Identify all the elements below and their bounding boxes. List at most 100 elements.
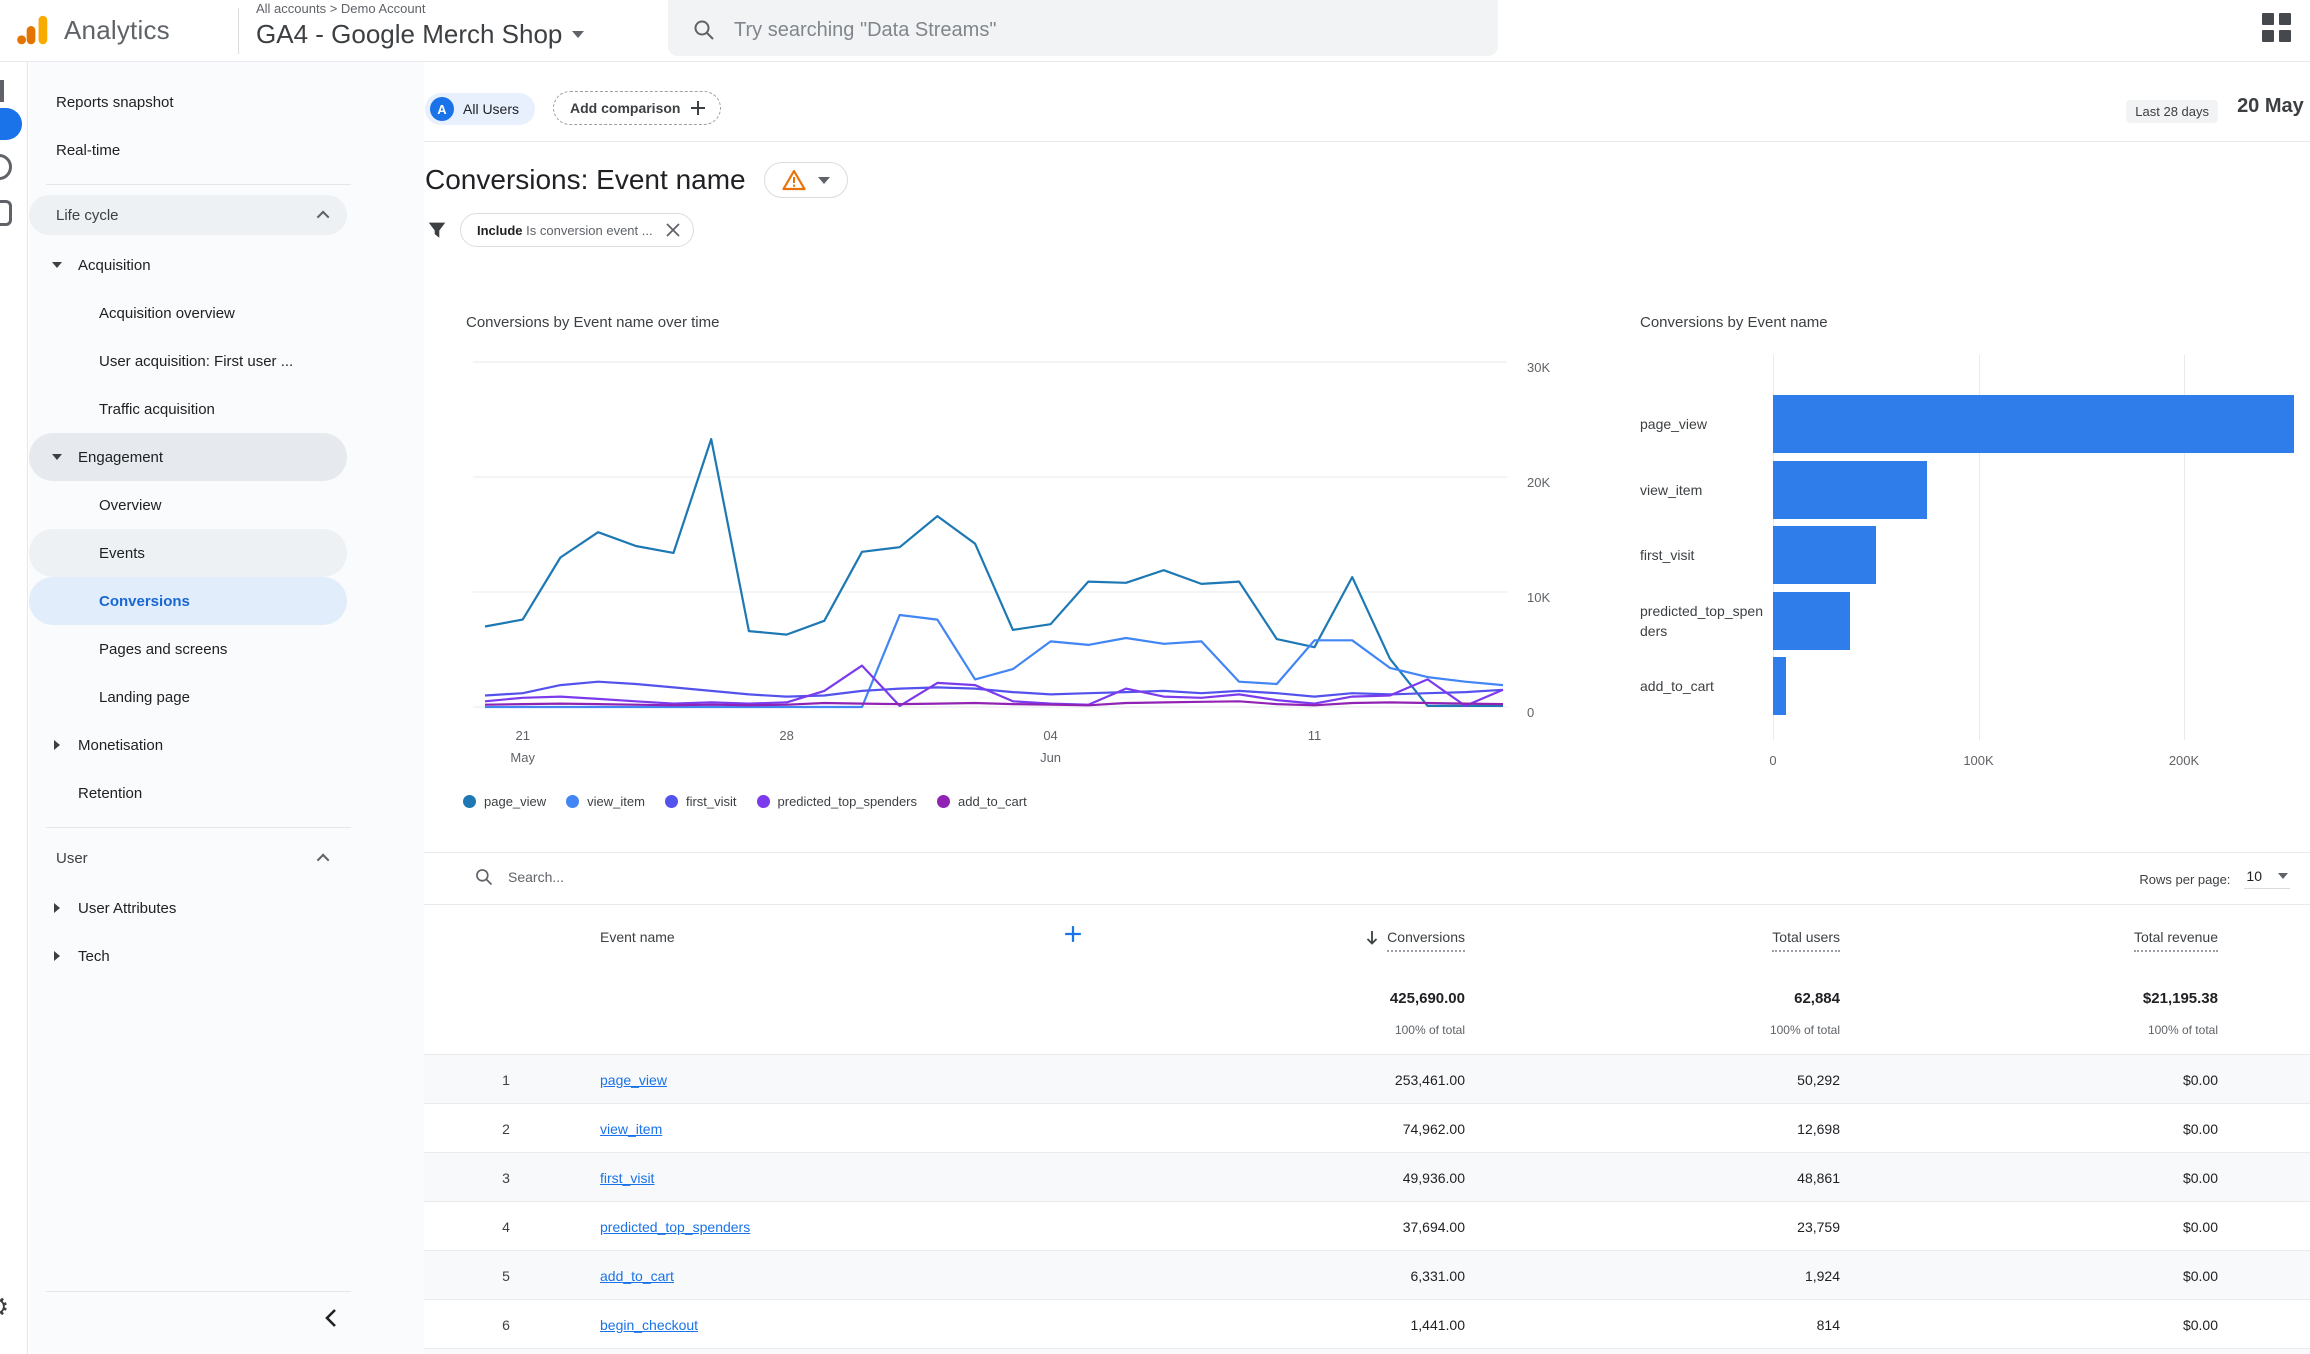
- admin-gear-icon[interactable]: ⚙: [0, 1292, 9, 1323]
- sidebar-item-reports-snapshot[interactable]: Reports snapshot: [29, 78, 347, 126]
- sidebar-item-life-cycle[interactable]: Life cycle: [29, 195, 347, 235]
- table-row[interactable]: 3first_visit49,936.0048,861$0.00: [424, 1152, 2310, 1201]
- y-axis-label: 30K: [1527, 360, 1571, 375]
- sidebar-item-retention[interactable]: Retention: [29, 769, 347, 817]
- bar-chart-plot: 0100K200Kpage_viewview_itemfirst_visitpr…: [1637, 355, 2310, 745]
- sidebar-item-label: Monetisation: [78, 737, 163, 754]
- bar-first_visit: [1773, 526, 1876, 584]
- header-divider: [238, 8, 239, 54]
- table-body: 1page_view253,461.0050,292$0.002view_ite…: [424, 1054, 2310, 1348]
- sidebar-item-events[interactable]: Events: [29, 529, 347, 577]
- analytics-logo[interactable]: Analytics: [14, 10, 170, 50]
- conversions-value: 6,331.00: [1411, 1251, 1466, 1300]
- sidebar-item-label: Life cycle: [29, 207, 119, 224]
- sidebar-item-label: User acquisition: First user ...: [29, 353, 293, 370]
- sidebar-item-engagement[interactable]: Engagement: [29, 433, 347, 481]
- bar-category-label: first_visit: [1640, 526, 1766, 584]
- advertising-nav-icon[interactable]: [0, 200, 12, 226]
- breadcrumb[interactable]: All accounts > Demo Account: [256, 1, 584, 16]
- bar-category-label: view_item: [1640, 461, 1766, 519]
- total-users-value: 814: [1817, 1300, 1840, 1349]
- table-search-input[interactable]: [508, 869, 808, 885]
- sidebar-items: Reports snapshot Real-time Life cycle Acqui…: [29, 78, 424, 980]
- sidebar-item-label: Engagement: [78, 449, 163, 466]
- conversions-value: 1,441.00: [1411, 1300, 1466, 1349]
- legend-dot-icon: [757, 795, 770, 808]
- caret-right-icon[interactable]: [54, 903, 60, 913]
- reports-nav-icon-selected[interactable]: [0, 108, 22, 140]
- caret-right-icon[interactable]: [54, 951, 60, 961]
- event-name-link[interactable]: add_to_cart: [600, 1268, 674, 1284]
- column-header-event-name[interactable]: Event name: [600, 929, 675, 945]
- property-selector[interactable]: GA4 - Google Merch Shop: [256, 19, 584, 50]
- global-search-input[interactable]: [734, 19, 1334, 42]
- sidebar-item-overview[interactable]: Overview: [29, 481, 347, 529]
- date-range-selector[interactable]: 20 May -: [2237, 95, 2310, 118]
- sidebar-item-pages-and-screens[interactable]: Pages and screens: [29, 625, 347, 673]
- column-header-total-revenue[interactable]: Total revenue: [2134, 929, 2218, 952]
- column-header-conversions[interactable]: Conversions: [1365, 929, 1465, 952]
- date-preset-label[interactable]: Last 28 days: [2126, 100, 2218, 123]
- sidebar-item-monetisation[interactable]: Monetisation: [29, 721, 347, 769]
- add-comparison-chip[interactable]: Add comparison: [553, 91, 721, 125]
- event-name-link[interactable]: page_view: [600, 1072, 667, 1088]
- table-row[interactable]: 6begin_checkout1,441.00814$0.00: [424, 1299, 2310, 1348]
- x-axis-month-label: Jun: [1031, 750, 1071, 765]
- sidebar-item-conversions[interactable]: Conversions: [29, 577, 347, 625]
- caret-down-icon[interactable]: [52, 454, 62, 460]
- rows-per-page-select[interactable]: 10: [2244, 868, 2290, 889]
- table-row[interactable]: 1page_view253,461.0050,292$0.00: [424, 1054, 2310, 1103]
- caret-down-icon[interactable]: [52, 262, 62, 268]
- close-icon[interactable]: [665, 222, 681, 238]
- add-dimension-button[interactable]: [1064, 925, 1082, 948]
- sidebar-item-user[interactable]: User: [29, 838, 347, 878]
- sidebar-item-label: Reports snapshot: [29, 94, 174, 111]
- data-quality-pill[interactable]: [764, 162, 848, 198]
- sidebar-item-tech[interactable]: Tech: [29, 932, 347, 980]
- bar-page_view: [1773, 395, 2294, 453]
- sidebar-item-user-attributes[interactable]: User Attributes: [29, 884, 347, 932]
- sidebar-item-traffic-acquisition[interactable]: Traffic acquisition: [29, 385, 347, 433]
- add-comparison-label: Add comparison: [570, 100, 680, 116]
- sidebar-item-label: User Attributes: [78, 900, 176, 917]
- event-name-link[interactable]: begin_checkout: [600, 1317, 698, 1333]
- bar-add_to_cart: [1773, 657, 1786, 715]
- include-filter-chip[interactable]: Include Is conversion event ...: [460, 213, 694, 247]
- sidebar-item-user-acquisition-first-user[interactable]: User acquisition: First user ...: [29, 337, 347, 385]
- column-header-total-users[interactable]: Total users: [1772, 929, 1840, 952]
- legend-entry-first_visit: first_visit: [665, 794, 737, 809]
- home-icon[interactable]: [0, 78, 14, 104]
- event-name-link[interactable]: predicted_top_spenders: [600, 1219, 750, 1235]
- sidebar-bottom-divider: [46, 1291, 351, 1292]
- sidebar-item-landing-page[interactable]: Landing page: [29, 673, 347, 721]
- chevron-left-icon: [323, 1308, 339, 1328]
- left-nav-rail: ⚙: [0, 62, 28, 1354]
- legend-label: predicted_top_spenders: [778, 794, 918, 809]
- table-search[interactable]: [474, 867, 808, 887]
- sidebar-divider: [46, 827, 351, 828]
- sidebar-item-acquisition-overview[interactable]: Acquisition overview: [29, 289, 347, 337]
- warning-icon: [782, 169, 806, 191]
- total-users-value: 1,924: [1805, 1251, 1840, 1300]
- table-row[interactable]: 5add_to_cart6,331.001,924$0.00: [424, 1250, 2310, 1299]
- apps-grid-icon[interactable]: [2262, 13, 2290, 41]
- all-users-comparison-chip[interactable]: A All Users: [425, 93, 535, 125]
- global-search[interactable]: [668, 0, 1498, 56]
- filter-funnel-icon: [426, 219, 448, 241]
- sidebar-item-real-time[interactable]: Real-time: [29, 126, 347, 174]
- account-breadcrumb[interactable]: All accounts > Demo Account GA4 - Google…: [256, 1, 584, 50]
- analytics-logo-icon: [14, 10, 52, 50]
- event-name-link[interactable]: view_item: [600, 1121, 662, 1137]
- table-row[interactable]: 4predicted_top_spenders37,694.0023,759$0…: [424, 1201, 2310, 1250]
- chevron-up-icon[interactable]: [317, 210, 330, 223]
- table-row[interactable]: 2view_item74,962.0012,698$0.00: [424, 1103, 2310, 1152]
- sidebar-item-acquisition[interactable]: Acquisition: [29, 241, 347, 289]
- sidebar-item-label: Acquisition: [78, 257, 151, 274]
- total-conversions: 425,690.00: [1390, 990, 1465, 1007]
- explore-nav-icon[interactable]: [0, 154, 12, 180]
- event-name-link[interactable]: first_visit: [600, 1170, 654, 1186]
- chevron-up-icon[interactable]: [317, 853, 330, 866]
- line-chart-title: Conversions by Event name over time: [466, 314, 719, 331]
- collapse-sidebar-button[interactable]: [313, 1300, 349, 1336]
- caret-right-icon[interactable]: [54, 740, 60, 750]
